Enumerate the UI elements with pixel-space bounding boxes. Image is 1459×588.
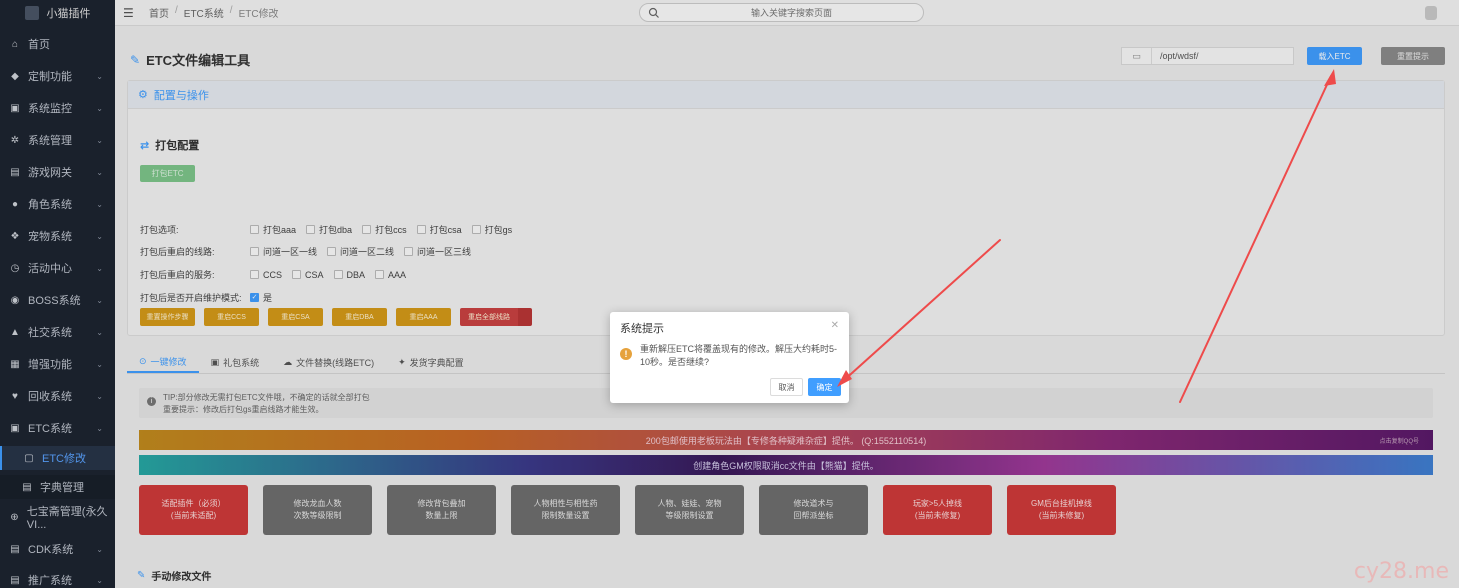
cancel-label: 取消 bbox=[778, 382, 795, 392]
dialog-message: 重新解压ETC将覆盖现有的修改。解压大约耗时5-10秒。是否继续? bbox=[640, 344, 838, 367]
confirm-label: 确定 bbox=[816, 382, 833, 392]
modal-overlay[interactable] bbox=[0, 0, 1459, 588]
confirm-button[interactable]: 确定 bbox=[808, 378, 841, 396]
dialog-title: 系统提示 bbox=[620, 323, 664, 335]
warning-icon: ! bbox=[620, 348, 632, 360]
close-icon[interactable]: ✕ bbox=[831, 320, 839, 331]
cancel-button[interactable]: 取消 bbox=[770, 378, 803, 396]
watermark: cy28.me bbox=[1353, 559, 1449, 584]
confirm-dialog: 系统提示 ✕ ! 重新解压ETC将覆盖现有的修改。解压大约耗时5-10秒。是否继… bbox=[610, 312, 849, 403]
